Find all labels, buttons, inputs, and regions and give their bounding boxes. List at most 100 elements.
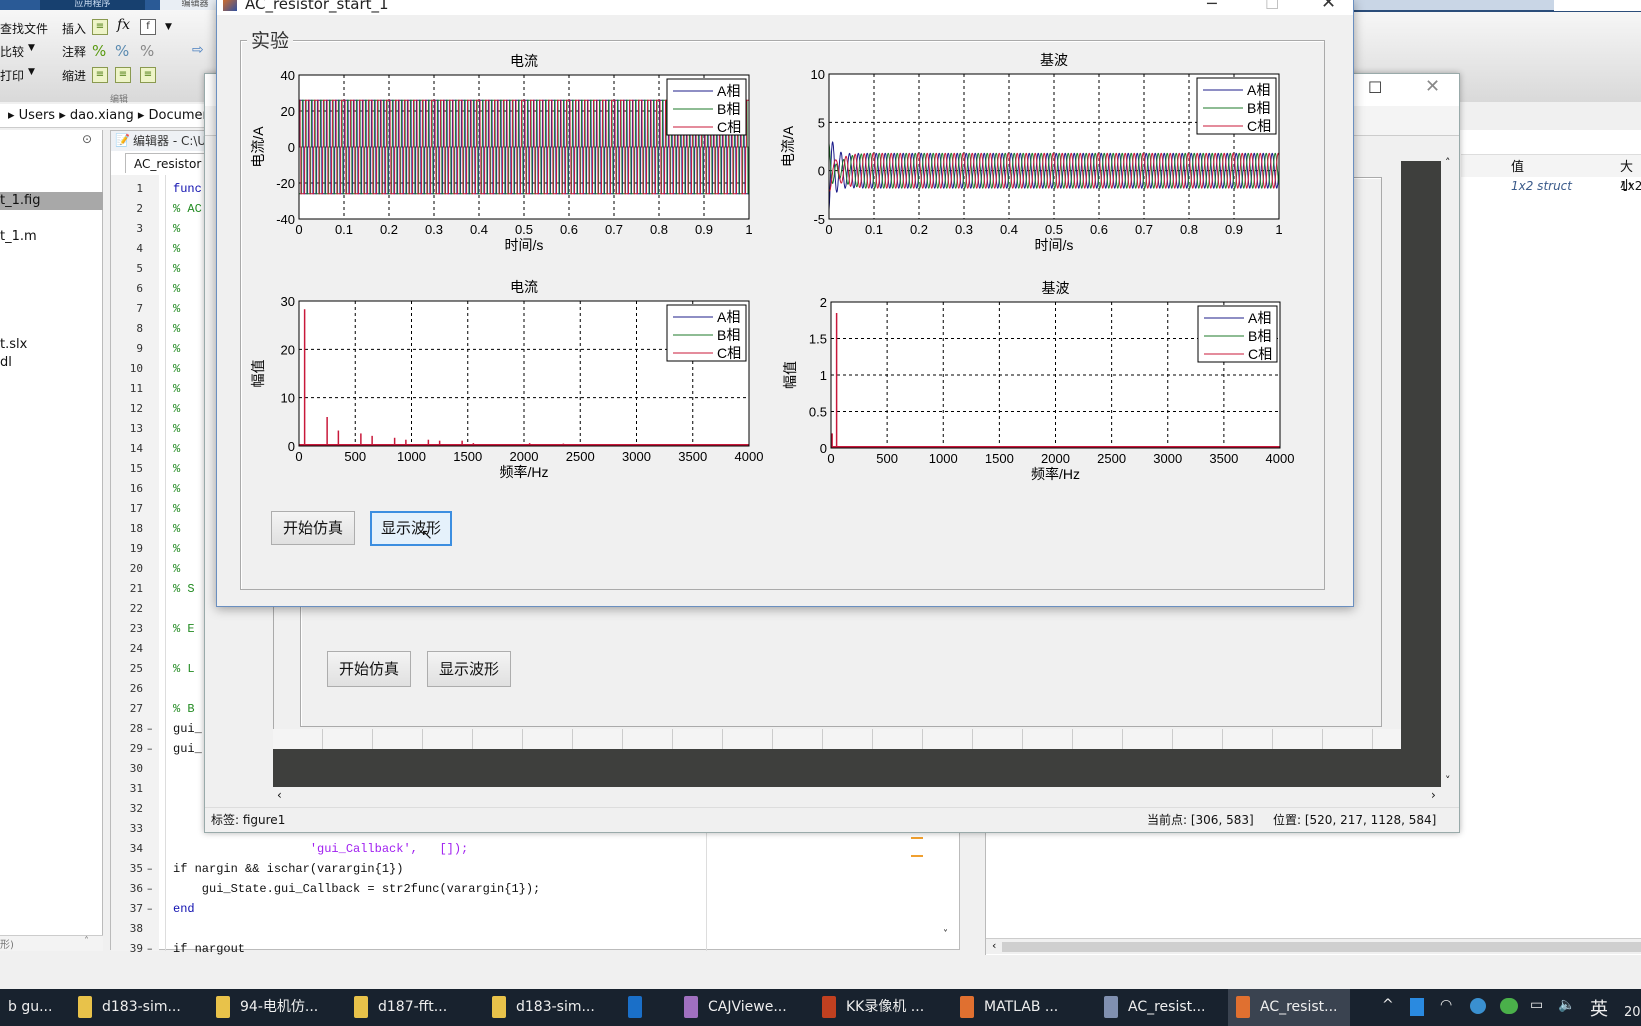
volume-icon[interactable]: 🔈 (1558, 997, 1575, 1013)
x-tick-label: 0.9 (695, 222, 713, 237)
y-tick-label: 40 (281, 68, 295, 83)
legend-label: A相 (717, 83, 740, 99)
x-tick-label: 0.9 (1225, 222, 1243, 237)
line-number: 27 (129, 702, 143, 715)
x-tick-label: 1000 (397, 449, 426, 464)
breakpoint-marker-icon[interactable]: – (147, 882, 153, 895)
wifi-icon[interactable]: ◠ (1440, 997, 1452, 1013)
scroll-left-icon[interactable]: ‹ (277, 788, 282, 802)
clock[interactable]: 20 (1624, 1005, 1641, 1020)
show-waveform-button[interactable]: 显示波形 (370, 511, 452, 546)
taskbar-item[interactable]: KK录像机 ... (814, 989, 932, 1026)
taskbar-item[interactable]: MATLAB ... (952, 989, 1066, 1026)
legend-label: C相 (1247, 118, 1271, 134)
breakpoint-marker-icon[interactable]: – (147, 742, 153, 755)
x-tick-label: 4000 (1266, 451, 1295, 466)
x-tick-label: 2000 (510, 449, 539, 464)
y-tick-label: 10 (811, 67, 825, 82)
legend-label: A相 (717, 309, 740, 325)
start-simulation-button[interactable]: 开始仿真 (271, 511, 355, 545)
taskbar-item-label: d183-sim... (516, 999, 595, 1015)
legend-label: B相 (717, 327, 740, 343)
taskbar-item[interactable]: d183-sim... (70, 989, 189, 1026)
code-line[interactable]: end (173, 902, 195, 916)
x-axis-label: 频率/Hz (500, 464, 549, 480)
taskbar-item-label: 94-电机仿... (240, 999, 319, 1015)
tray-app-icon[interactable] (1410, 998, 1424, 1016)
chevron-up-icon[interactable]: ˄ (84, 936, 89, 947)
taskbar-item[interactable]: d183-sim... (484, 989, 603, 1026)
x-tick-label: 0 (827, 451, 834, 466)
code-line[interactable]: gui_ (173, 742, 202, 756)
x-tick-label: 0.6 (1090, 222, 1108, 237)
breakpoint-marker-icon[interactable]: – (147, 722, 153, 735)
code-line[interactable]: 'gui_Callback', []); (173, 842, 468, 856)
taskbar-item[interactable]: d187-fft... (346, 989, 455, 1026)
x-tick-label: 0.3 (425, 222, 443, 237)
scroll-down-icon[interactable]: ˅ (1445, 774, 1451, 787)
battery-icon[interactable]: ▭ (1530, 997, 1543, 1013)
code-line[interactable]: if nargin && ischar(varargin{1}) (173, 862, 403, 876)
code-line[interactable]: if nargout (173, 942, 245, 956)
scroll-left-icon[interactable]: ‹ (992, 939, 996, 952)
wechat-icon[interactable] (1500, 998, 1518, 1014)
status-position: 位置: [520, 217, 1128, 584] (1273, 813, 1437, 827)
taskbar-item[interactable]: AC_resist... (1096, 989, 1214, 1026)
x-tick-label: 1 (745, 222, 752, 237)
x-tick-label: 3000 (1153, 451, 1182, 466)
breakpoint-marker-icon[interactable]: – (147, 942, 153, 955)
taskbar-item-label: AC_resist... (1260, 999, 1338, 1015)
layout-show-waveform-button[interactable]: 显示波形 (427, 651, 511, 687)
chart-3: 0 500 1000 1500 2000 2500 3000 3500 4000 0 10 20 30 电… (250, 279, 763, 480)
code-line[interactable]: % L (173, 662, 195, 676)
line-number: 36 (129, 882, 143, 895)
folder-icon (78, 996, 92, 1018)
breakpoint-marker-icon[interactable]: – (147, 862, 153, 875)
layout-start-simulation-button[interactable]: 开始仿真 (327, 651, 411, 687)
taskbar-item-label: KK录像机 ... (846, 999, 925, 1015)
breakpoint-marker-icon[interactable]: – (147, 902, 153, 915)
code-line[interactable]: % E (173, 622, 195, 636)
line-number: 39 (129, 942, 143, 955)
matlab-icon (1236, 996, 1250, 1018)
taskbar-item[interactable]: CAJViewe... (676, 989, 795, 1026)
y-tick-label: 30 (281, 294, 295, 309)
taskbar-item[interactable]: b gu... (0, 989, 60, 1026)
tray-network-app-icon[interactable] (1470, 998, 1486, 1014)
x-tick-label: 0.3 (955, 222, 973, 237)
scroll-down-icon[interactable]: ˅ (943, 929, 948, 940)
legend-label: B相 (1248, 328, 1271, 344)
layout-ruler (273, 729, 1441, 749)
taskbar-item[interactable]: AC_resist... (1228, 989, 1350, 1026)
kk-recorder-icon (822, 996, 836, 1018)
folder-icon (216, 996, 230, 1018)
scroll-thumb[interactable] (1002, 942, 1641, 952)
taskbar-item-label: MATLAB ... (984, 999, 1059, 1015)
details-bar[interactable]: 形) ˄ (0, 935, 103, 951)
x-axis-label: 时间/s (1035, 237, 1074, 253)
code-line[interactable]: gui_ (173, 722, 202, 736)
details-label: 形) (0, 940, 14, 951)
workspace-horizontal-scrollbar[interactable]: ‹ (986, 938, 1641, 954)
taskbar-item[interactable]: 94-电机仿... (208, 989, 326, 1026)
y-tick-label: 1 (820, 368, 827, 383)
x-tick-label: 0.4 (1000, 222, 1018, 237)
x-tick-label: 500 (876, 451, 898, 466)
y-tick-label: -5 (813, 212, 825, 227)
cajviewer-icon (684, 996, 698, 1018)
y-tick-label: 0 (820, 441, 827, 456)
y-tick-label: 20 (281, 342, 295, 357)
taskbar-item[interactable] (620, 989, 660, 1026)
charts-svg: 0 0.1 0.2 0.3 0.4 0.5 0.6 0.7 0.8 0.9 1-40-2002040… (250, 52, 1295, 482)
tray-expand-icon[interactable]: ^ (1382, 997, 1394, 1013)
x-tick-label: 3500 (1209, 451, 1238, 466)
x-tick-label: 0 (295, 449, 302, 464)
legend-label: B相 (1247, 100, 1270, 116)
x-tick-label: 1500 (453, 449, 482, 464)
code-line[interactable]: % B (173, 702, 195, 716)
x-tick-label: 0 (295, 222, 302, 237)
taskbar: b gu... d183-sim... 94-电机仿... d187-fft... d1… (0, 989, 1641, 1026)
scroll-right-icon[interactable]: › (1431, 788, 1436, 802)
ime-indicator[interactable]: 英 (1590, 995, 1608, 1021)
code-line[interactable]: gui_State.gui_Callback = str2func(vararg… (173, 882, 540, 896)
